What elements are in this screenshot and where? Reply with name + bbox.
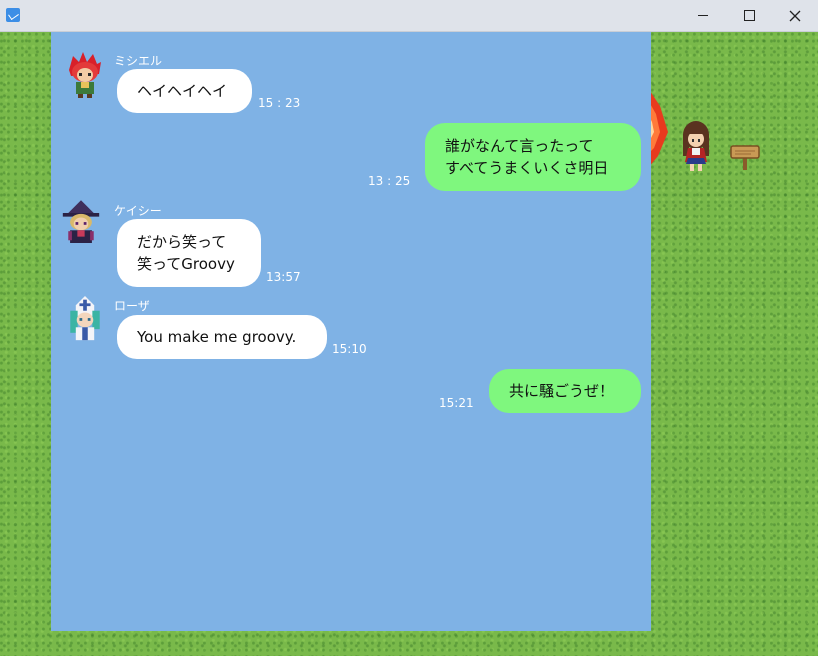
message-bubble: You make me groovy. — [117, 315, 327, 359]
message-bubble: ヘイヘイヘイ — [117, 69, 252, 113]
avatar-witch — [62, 200, 100, 243]
sender-name: ミシエル — [114, 54, 163, 68]
message-text: You make me groovy. — [137, 328, 297, 346]
signpost-sprite — [730, 145, 760, 170]
message-bubble: 誰がなんて言ったって すべてうまくいくさ明日 — [425, 123, 641, 191]
message-bubble: だから笑って 笑ってGroovy — [117, 219, 261, 287]
message-text: 笑ってGroovy — [137, 255, 235, 273]
message-text: 共に騒ごうぜ！ — [509, 382, 615, 400]
girl-character-sprite — [683, 121, 709, 171]
sender-name: ケイシー — [114, 204, 162, 218]
maximize-button[interactable] — [726, 0, 772, 31]
message-time: 13:57 — [266, 270, 301, 284]
close-button[interactable] — [772, 0, 818, 31]
message-text: だから笑って — [137, 233, 227, 251]
message-text: ヘイヘイヘイ — [137, 82, 228, 100]
message-time: 15:21 — [439, 396, 474, 410]
app-icon — [6, 8, 20, 22]
close-icon — [789, 10, 801, 21]
message-time: 13 : 25 — [368, 174, 411, 188]
sender-name: ローザ — [114, 299, 150, 313]
minimize-button[interactable] — [680, 0, 726, 31]
message-time: 15:10 — [332, 342, 367, 356]
avatar-red-hair — [69, 52, 101, 98]
maximize-icon — [743, 10, 755, 21]
message-text: 誰がなんて言ったって — [445, 137, 594, 155]
title-bar — [0, 0, 818, 32]
minimize-icon — [698, 15, 708, 16]
chat-panel: ミシエル ヘイヘイヘイ 15 : 23 13 : 25 誰がなんて言ったって す… — [51, 32, 651, 631]
avatar-priestess — [70, 296, 100, 341]
message-bubble: 共に騒ごうぜ！ — [489, 369, 641, 413]
red-crystal-sprite — [648, 88, 668, 168]
message-time: 15 : 23 — [258, 96, 301, 110]
message-text: すべてうまくいくさ明日 — [445, 159, 609, 177]
